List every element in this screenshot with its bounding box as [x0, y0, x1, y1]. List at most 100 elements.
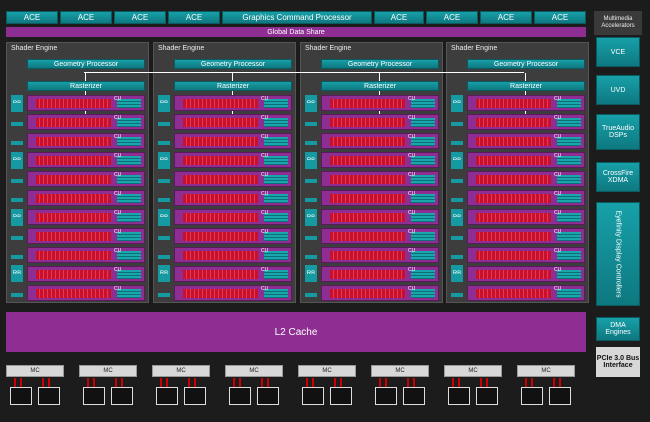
- simd-array: [36, 194, 111, 203]
- rasterizer: Rasterizer: [321, 81, 439, 91]
- memory-bus-wire: [452, 378, 454, 387]
- side-strip: [305, 255, 317, 259]
- ace-block-4: ACE: [168, 11, 220, 24]
- cu-label: CU: [114, 172, 122, 178]
- memory-bus-wire: [14, 378, 16, 387]
- simd-array: [183, 232, 258, 241]
- memory-chip: [10, 387, 32, 405]
- simd-array: [183, 118, 258, 127]
- compute-unit: CU: [174, 209, 292, 225]
- simd-array: [36, 118, 111, 127]
- memory-bus-wire: [413, 378, 415, 387]
- memory-chip: [549, 387, 571, 405]
- simd-array: [476, 194, 551, 203]
- compute-unit: CU: [174, 190, 292, 206]
- memory-chip: [302, 387, 324, 405]
- simd-array: [330, 99, 405, 108]
- memory-bus-wire: [115, 378, 117, 387]
- memory-bus-wire: [312, 378, 314, 387]
- trueaudio-dsps-block: TrueAudio DSPs: [596, 114, 640, 150]
- side-strip: [451, 274, 463, 278]
- simd-array: [330, 156, 405, 165]
- graphics-command-processor: Graphics Command Processor: [222, 11, 372, 24]
- side-strip: [451, 217, 463, 221]
- shader-engine-title: Shader Engine: [158, 45, 205, 52]
- compute-unit: CU: [467, 247, 585, 263]
- simd-array: [330, 289, 405, 298]
- cu-label: CU: [408, 191, 416, 197]
- memory-bus-wire: [42, 378, 44, 387]
- memory-bus-wire: [531, 378, 533, 387]
- side-strip: [451, 198, 463, 202]
- compute-unit: CU: [27, 190, 145, 206]
- cu-label: CU: [408, 248, 416, 254]
- cu-label: CU: [114, 153, 122, 159]
- cu-label: CU: [554, 267, 562, 273]
- compute-unit: CU: [467, 95, 585, 111]
- side-strip: [451, 103, 463, 107]
- cu-label: CU: [554, 191, 562, 197]
- compute-unit: CU: [321, 228, 439, 244]
- cu-label: CU: [554, 286, 562, 292]
- simd-array: [476, 137, 551, 146]
- memory-controller-6: MC: [371, 365, 429, 377]
- simd-array: [476, 213, 551, 222]
- compute-unit: CU: [27, 171, 145, 187]
- pcie-bus-interface-block: PCIe 3.0 Bus Interface: [596, 347, 640, 377]
- side-strip: [158, 217, 170, 221]
- compute-unit: CU: [27, 266, 145, 282]
- simd-array: [476, 99, 551, 108]
- side-strip: [451, 236, 463, 240]
- eyefinity-display-controllers-block: Eyefinity Display Controllers: [596, 202, 640, 306]
- memory-bus-wire: [486, 378, 488, 387]
- shader-engine-title: Shader Engine: [305, 45, 352, 52]
- memory-bus-wire: [20, 378, 22, 387]
- cu-label: CU: [554, 172, 562, 178]
- memory-bus-wire: [385, 378, 387, 387]
- cu-label: CU: [261, 115, 269, 121]
- side-strip: [158, 103, 170, 107]
- memory-bus-wire: [188, 378, 190, 387]
- simd-array: [183, 270, 258, 279]
- cu-label: CU: [261, 153, 269, 159]
- ace-block-6: ACE: [426, 11, 478, 24]
- simd-array: [36, 289, 111, 298]
- cu-label: CU: [261, 172, 269, 178]
- side-strip: [11, 217, 23, 221]
- geometry-processor: Geometry Processor: [467, 59, 585, 69]
- compute-unit: CU: [174, 171, 292, 187]
- compute-unit: CU: [467, 209, 585, 225]
- memory-controller-7: MC: [444, 365, 502, 377]
- simd-array: [36, 232, 111, 241]
- rasterizer: Rasterizer: [174, 81, 292, 91]
- simd-array: [330, 175, 405, 184]
- multimedia-accelerators-header: Multimedia Accelerators: [594, 11, 642, 35]
- memory-bus-wire: [553, 378, 555, 387]
- memory-bus-wire: [559, 378, 561, 387]
- cu-label: CU: [408, 286, 416, 292]
- cu-label: CU: [114, 191, 122, 197]
- side-strip: [451, 141, 463, 145]
- compute-unit: CU: [321, 114, 439, 130]
- cu-label: CU: [554, 115, 562, 121]
- shader-engine-4: Shader Engine Geometry Processor Rasterize…: [446, 42, 589, 303]
- compute-unit: CU: [174, 114, 292, 130]
- rasterizer: Rasterizer: [467, 81, 585, 91]
- shader-engine-1: Shader Engine Geometry Processor Rasterize…: [6, 42, 149, 303]
- side-strip: [11, 179, 23, 183]
- compute-unit: CU: [321, 209, 439, 225]
- side-strip: [451, 122, 463, 126]
- side-strip: [11, 160, 23, 164]
- geometry-processor: Geometry Processor: [321, 59, 439, 69]
- simd-array: [330, 213, 405, 222]
- side-strip: [158, 198, 170, 202]
- memory-bus-wire: [267, 378, 269, 387]
- simd-array: [476, 289, 551, 298]
- compute-unit: CU: [321, 95, 439, 111]
- cu-label: CU: [408, 134, 416, 140]
- compute-unit: CU: [27, 133, 145, 149]
- cu-label: CU: [554, 153, 562, 159]
- side-strip: [451, 160, 463, 164]
- ace-block-5: ACE: [374, 11, 424, 24]
- compute-unit: CU: [321, 133, 439, 149]
